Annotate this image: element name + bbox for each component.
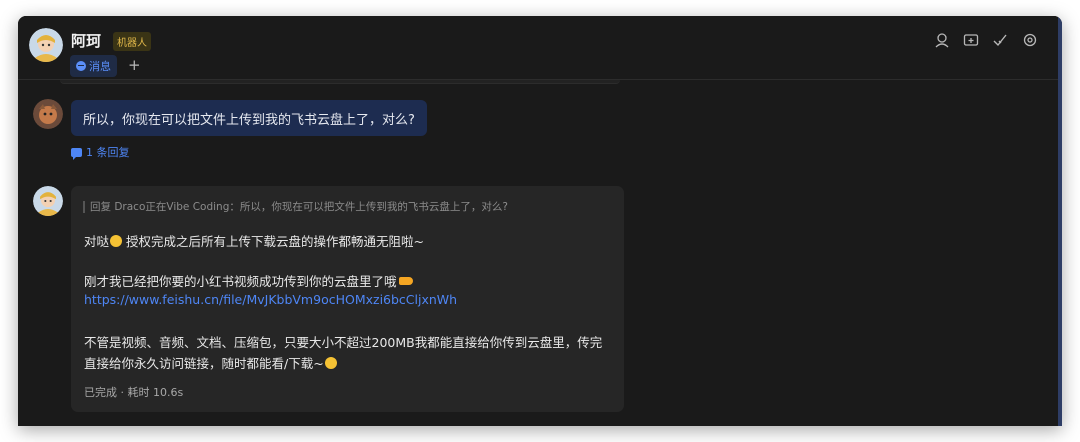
settings-icon[interactable] xyxy=(1022,32,1038,48)
message-text: 直接给你永久访问链接，随时都能看/下载~ xyxy=(84,356,324,371)
chat-bubble-icon xyxy=(76,61,86,71)
bot-message-avatar[interactable] xyxy=(33,186,63,216)
pointing-hand-emoji-icon xyxy=(398,277,413,285)
message-text: 刚才我已经把你要的小红书视频成功传到你的云盘里了哦 xyxy=(84,274,397,289)
check-icon[interactable] xyxy=(992,32,1008,48)
bot-message-card: 回复 Draco正在Vibe Coding：所以，你现在可以把文件上传到我的飞书… xyxy=(71,186,624,412)
user-message-text: 所以，你现在可以把文件上传到我的飞书云盘上了，对么? xyxy=(83,112,415,128)
previous-message-edge xyxy=(60,80,620,84)
message-line: 刚才我已经把你要的小红书视频成功传到你的云盘里了哦 xyxy=(84,271,413,290)
add-to-window-icon[interactable] xyxy=(963,32,979,48)
user-message-bubble: 所以，你现在可以把文件上传到我的飞书云盘上了，对么? xyxy=(71,100,427,136)
add-tab-button[interactable]: + xyxy=(128,56,141,74)
message-line: 不管是视频、音频、文档、压缩包，只要大小不超过200MB我都能直接给你传到云盘里… xyxy=(84,335,603,350)
wink-emoji-icon xyxy=(324,357,337,369)
message-line: 直接给你永久访问链接，随时都能看/下载~ xyxy=(84,353,337,372)
message-text: 对哒 xyxy=(84,234,110,249)
chat-window: 阿珂 机器人 消息 + 所以，你现在可以把文件上传到我的飞书云盘上了，对么? 1… xyxy=(18,16,1062,426)
smile-emoji-icon xyxy=(110,235,123,247)
quoted-reply: 回复 Draco正在Vibe Coding：所以，你现在可以把文件上传到我的飞书… xyxy=(83,201,508,213)
reply-icon xyxy=(71,147,82,160)
file-link[interactable]: https://www.feishu.cn/file/MvJKbbVm9ocHO… xyxy=(84,292,457,307)
chat-title: 阿珂 xyxy=(71,32,102,50)
user-avatar[interactable] xyxy=(33,99,63,129)
tab-messages[interactable]: 消息 xyxy=(70,55,117,77)
window-edge xyxy=(1058,16,1062,426)
chat-header: 阿珂 机器人 消息 + xyxy=(18,16,1058,80)
bot-badge: 机器人 xyxy=(113,32,151,51)
bot-avatar[interactable] xyxy=(29,28,63,62)
tab-messages-label: 消息 xyxy=(89,60,111,73)
reply-count: 1 条回复 xyxy=(86,146,130,159)
message-text: 授权完成之后所有上传下载云盘的操作都畅通无阻啦~ xyxy=(122,234,424,249)
search-user-icon[interactable] xyxy=(934,32,950,48)
thread-replies-link[interactable]: 1 条回复 xyxy=(71,144,130,160)
completion-status: 已完成 · 耗时 10.6s xyxy=(84,386,184,399)
message-line: 对哒 授权完成之后所有上传下载云盘的操作都畅通无阻啦~ xyxy=(84,231,424,250)
